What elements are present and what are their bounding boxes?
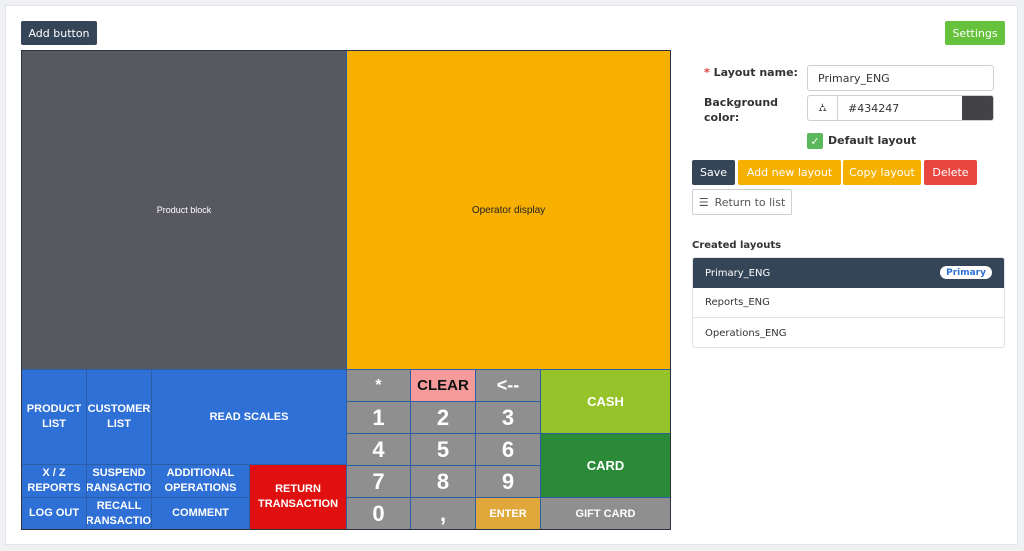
layout-item-name: Operations_ENG	[705, 327, 787, 339]
required-mark: *	[704, 66, 710, 79]
layout-name-label: * Layout name:	[704, 65, 798, 80]
settings-button[interactable]: Settings	[945, 21, 1005, 45]
comma-button[interactable]: ,	[411, 498, 475, 529]
key-5[interactable]: 5	[411, 434, 475, 465]
additional-operations-button[interactable]: ADDITIONAL OPERATIONS	[152, 465, 249, 497]
key-2[interactable]: 2	[411, 402, 475, 433]
paint-bucket-icon: ⛼	[808, 96, 838, 120]
key-3[interactable]: 3	[476, 402, 540, 433]
comment-button[interactable]: COMMENT	[152, 498, 249, 529]
gift-card-button[interactable]: GIFT CARD	[541, 498, 670, 529]
layout-name-label-text: Layout name:	[713, 66, 798, 79]
layout-item-operations-eng[interactable]: Operations_ENG	[693, 318, 1004, 347]
add-new-layout-button[interactable]: Add new layout	[738, 160, 841, 185]
product-block[interactable]: Product block	[22, 51, 346, 369]
suspend-transaction-button[interactable]: SUSPEND TRANSACTION	[87, 465, 151, 497]
layout-item-name: Primary_ENG	[705, 267, 771, 279]
clear-button[interactable]: CLEAR	[411, 370, 475, 401]
copy-layout-button[interactable]: Copy layout	[843, 160, 921, 185]
key-6[interactable]: 6	[476, 434, 540, 465]
key-4[interactable]: 4	[347, 434, 410, 465]
product-list-button[interactable]: PRODUCT LIST	[22, 370, 86, 464]
save-button[interactable]: Save	[692, 160, 735, 185]
primary-badge: Primary	[940, 266, 992, 279]
enter-button[interactable]: ENTER	[476, 498, 540, 529]
layout-item-reports-eng[interactable]: Reports_ENG	[693, 288, 1004, 318]
default-layout-label: Default layout	[828, 134, 917, 147]
customer-list-button[interactable]: CUSTOMER LIST	[87, 370, 151, 464]
delete-button[interactable]: Delete	[924, 160, 977, 185]
operator-display[interactable]: Operator display	[347, 51, 670, 369]
color-swatch[interactable]	[962, 96, 993, 120]
asterisk-button[interactable]: *	[347, 370, 410, 401]
check-icon: ✓	[810, 134, 820, 148]
cash-button[interactable]: CASH	[541, 370, 670, 433]
layout-item-primary-eng[interactable]: Primary_ENG Primary	[693, 258, 1004, 288]
return-transaction-button[interactable]: RETURN TRANSACTION	[250, 465, 346, 529]
layout-canvas: Product block Operator display PRODUCT L…	[21, 50, 671, 530]
key-9[interactable]: 9	[476, 466, 540, 497]
read-scales-button[interactable]: READ SCALES	[152, 370, 346, 464]
card-button[interactable]: CARD	[541, 434, 670, 497]
background-color-value[interactable]: #434247	[848, 96, 899, 120]
recall-transaction-button[interactable]: RECALL TRANSACTION	[87, 498, 151, 529]
key-1[interactable]: 1	[347, 402, 410, 433]
default-layout-checkbox[interactable]: ✓	[807, 133, 823, 149]
log-out-button[interactable]: LOG OUT	[22, 498, 86, 529]
list-icon: ☰	[698, 195, 709, 209]
layout-item-name: Reports_ENG	[705, 297, 770, 308]
created-layouts-title: Created layouts	[692, 240, 782, 251]
background-color-field[interactable]: ⛼ #434247	[807, 95, 994, 121]
key-0[interactable]: 0	[347, 498, 410, 529]
return-to-list-label: Return to list	[714, 195, 786, 209]
key-8[interactable]: 8	[411, 466, 475, 497]
return-to-list-button[interactable]: ☰ Return to list	[692, 189, 792, 215]
created-layouts-list: Primary_ENG Primary Reports_ENG Operatio…	[692, 257, 1005, 348]
layout-name-input[interactable]: Primary_ENG	[807, 65, 994, 91]
xz-reports-button[interactable]: X / Z REPORTS	[22, 465, 86, 497]
background-color-label: Background color:	[704, 96, 779, 124]
key-7[interactable]: 7	[347, 466, 410, 497]
backspace-button[interactable]: <--	[476, 370, 540, 401]
add-button[interactable]: Add button	[21, 21, 97, 45]
